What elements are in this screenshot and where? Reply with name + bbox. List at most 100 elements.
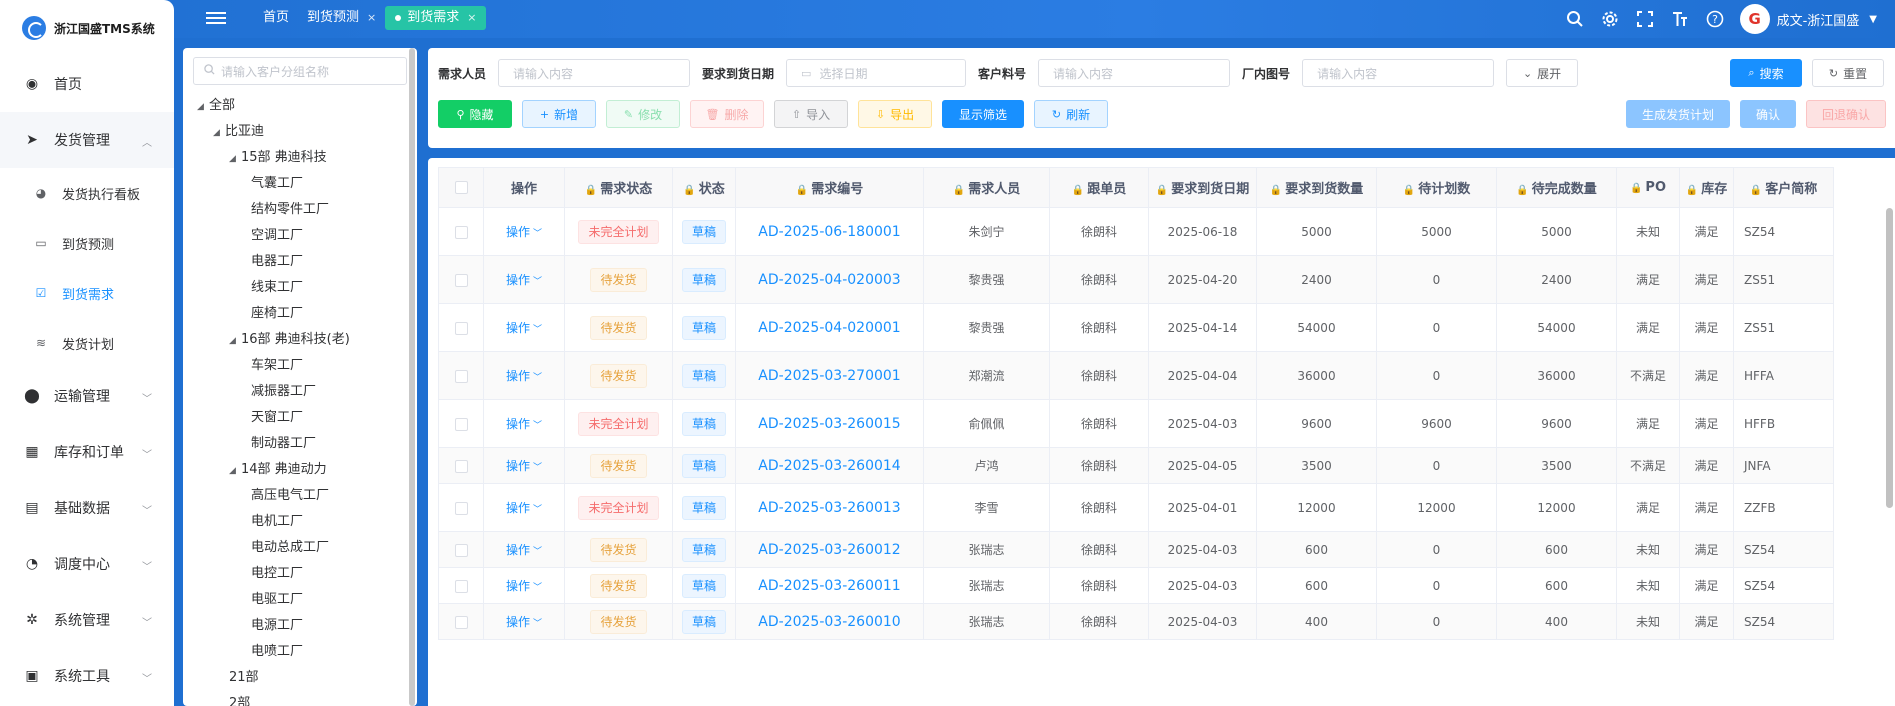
- demand-code-link[interactable]: AD-2025-04-020001: [758, 320, 900, 336]
- demand-code-link[interactable]: AD-2025-06-180001: [758, 224, 900, 240]
- column-header-0[interactable]: 操作: [483, 167, 565, 208]
- op-cell[interactable]: 操作 ﹀: [483, 447, 565, 484]
- column-header-2[interactable]: 🔒 状态: [672, 167, 736, 208]
- tree-node[interactable]: 电驱工厂: [183, 587, 417, 613]
- demand-code-cell[interactable]: AD-2025-04-020003: [735, 255, 924, 304]
- column-header-9[interactable]: 🔒 待完成数量: [1496, 167, 1617, 208]
- theme-settings-icon[interactable]: [1599, 8, 1621, 30]
- reset-button[interactable]: ↻ 重置: [1812, 59, 1884, 87]
- row-select-cell[interactable]: [438, 207, 484, 256]
- row-select-cell[interactable]: [438, 399, 484, 448]
- font-size-icon[interactable]: [1669, 8, 1691, 30]
- fullscreen-icon[interactable]: [1634, 8, 1656, 30]
- demand-code-cell[interactable]: AD-2025-03-260012: [735, 531, 924, 568]
- export-button[interactable]: ⇩ 导出: [858, 100, 932, 128]
- tree-node[interactable]: ◢ 全部: [183, 93, 417, 119]
- demand-code-cell[interactable]: AD-2025-03-270001: [735, 351, 924, 400]
- column-header-1[interactable]: 🔒 需求状态: [564, 167, 673, 208]
- tab-0[interactable]: 首页: [254, 6, 298, 30]
- demand-code-link[interactable]: AD-2025-04-020003: [758, 272, 900, 288]
- arrival-date-picker[interactable]: ▭ 选择日期: [786, 59, 967, 87]
- tree-node[interactable]: 结构零件工厂: [183, 197, 417, 223]
- tree-node[interactable]: 车架工厂: [183, 353, 417, 379]
- op-cell[interactable]: 操作 ﹀: [483, 351, 565, 400]
- table-vertical-scrollbar[interactable]: [1886, 208, 1893, 508]
- table-row[interactable]: 操作 ﹀ 未完全计划 草稿 AD-2025-03-260013 李雪 徐朗科 2025-04-…: [438, 483, 1834, 532]
- caret-down-icon[interactable]: ◢: [229, 146, 241, 172]
- tab-1[interactable]: 到货预测 ×: [298, 6, 385, 30]
- sidebar-subitem-3[interactable]: ≋ 发货计划: [0, 318, 174, 368]
- sidebar-item-5[interactable]: ◔ 调度中心 ﹀: [0, 536, 174, 592]
- column-header-5[interactable]: 🔒 跟单员: [1049, 167, 1149, 208]
- caret-down-icon[interactable]: ◢: [197, 94, 209, 120]
- sidebar-subitem-0[interactable]: ◕ 发货执行看板: [0, 168, 174, 218]
- sidebar-item-0[interactable]: ◉ 首页: [0, 56, 174, 112]
- tree-node[interactable]: 电喷工厂: [183, 639, 417, 665]
- op-cell[interactable]: 操作 ﹀: [483, 255, 565, 304]
- row-select-cell[interactable]: [438, 567, 484, 604]
- refresh-button[interactable]: ↻ 刷新: [1034, 100, 1108, 128]
- column-header-3[interactable]: 🔒 需求编号: [735, 167, 924, 208]
- sidebar-item-7[interactable]: ▣ 系统工具 ﹀: [0, 648, 174, 704]
- tree-scrollbar[interactable]: [409, 48, 415, 706]
- row-actions-dropdown[interactable]: 操作 ﹀: [506, 369, 542, 383]
- sidebar-item-2[interactable]: ⬤ 运输管理 ﹀: [0, 368, 174, 424]
- row-select-cell[interactable]: [438, 303, 484, 352]
- add-button[interactable]: + 新增: [522, 100, 596, 128]
- demand-code-link[interactable]: AD-2025-03-260013: [758, 500, 900, 516]
- row-select-cell[interactable]: [438, 447, 484, 484]
- demand-code-link[interactable]: AD-2025-03-270001: [758, 368, 900, 384]
- delete-button[interactable]: 🗑 删除: [690, 100, 764, 128]
- column-header-8[interactable]: 🔒 待计划数: [1376, 167, 1497, 208]
- row-checkbox[interactable]: [454, 543, 468, 557]
- row-checkbox[interactable]: [454, 459, 468, 473]
- column-header-12[interactable]: 🔒 客户简称: [1733, 167, 1834, 208]
- column-header-11[interactable]: 🔒 库存: [1679, 167, 1734, 208]
- row-checkbox[interactable]: [454, 369, 468, 383]
- tree-node[interactable]: 气囊工厂: [183, 171, 417, 197]
- tab-2[interactable]: 到货需求 ×: [385, 6, 487, 30]
- row-checkbox[interactable]: [454, 501, 468, 515]
- tree-node[interactable]: 2部: [183, 691, 417, 706]
- tree-node[interactable]: 电器工厂: [183, 249, 417, 275]
- table-row[interactable]: 操作 ﹀ 待发货 草稿 AD-2025-03-260011 张瑞志 徐朗科 2025-04-0…: [438, 567, 1834, 604]
- sidebar-item-3[interactable]: ▦ 库存和订单 ﹀: [0, 424, 174, 480]
- row-select-cell[interactable]: [438, 531, 484, 568]
- tree-node[interactable]: ◢ 16部 弗迪科技(老): [183, 327, 417, 353]
- table-row[interactable]: 操作 ﹀ 待发货 草稿 AD-2025-03-260010 张瑞志 徐朗科 2025-04-0…: [438, 603, 1834, 640]
- user-avatar[interactable]: G: [1739, 4, 1770, 34]
- op-cell[interactable]: 操作 ﹀: [483, 483, 565, 532]
- table-row[interactable]: 操作 ﹀ 待发货 草稿 AD-2025-03-270001 郑潮流 徐朗科 2025-04-0…: [438, 351, 1834, 400]
- demand-code-link[interactable]: AD-2025-03-260011: [758, 578, 900, 594]
- row-select-cell[interactable]: [438, 255, 484, 304]
- table-row[interactable]: 操作 ﹀ 未完全计划 草稿 AD-2025-03-260015 俞佩佩 徐朗科 2025-04…: [438, 399, 1834, 448]
- demand-code-link[interactable]: AD-2025-03-260015: [758, 416, 900, 432]
- op-cell[interactable]: 操作 ﹀: [483, 531, 565, 568]
- demand-code-link[interactable]: AD-2025-03-260014: [758, 458, 900, 474]
- table-row[interactable]: 操作 ﹀ 待发货 草稿 AD-2025-04-020003 黎贵强 徐朗科 2025-04-2…: [438, 255, 1834, 304]
- sidebar-subitem-1[interactable]: ▭ 到货预测: [0, 218, 174, 268]
- table-row[interactable]: 操作 ﹀ 待发货 草稿 AD-2025-03-260012 张瑞志 徐朗科 2025-04-0…: [438, 531, 1834, 568]
- tree-node[interactable]: 座椅工厂: [183, 301, 417, 327]
- tree-node[interactable]: 电动总成工厂: [183, 535, 417, 561]
- sidebar-subitem-2[interactable]: ☑ 到货需求: [0, 268, 174, 318]
- sidebar-item-6[interactable]: ✲ 系统管理 ﹀: [0, 592, 174, 648]
- tree-node[interactable]: 制动器工厂: [183, 431, 417, 457]
- tree-node[interactable]: 21部: [183, 665, 417, 691]
- caret-down-icon[interactable]: ◢: [229, 458, 241, 484]
- tree-search-input[interactable]: 请输入客户分组名称: [193, 57, 407, 85]
- row-checkbox[interactable]: [454, 615, 468, 629]
- column-header-10[interactable]: 🔒 PO: [1616, 167, 1680, 208]
- op-cell[interactable]: 操作 ﹀: [483, 303, 565, 352]
- op-cell[interactable]: 操作 ﹀: [483, 603, 565, 640]
- drawing-no-input[interactable]: 请输入内容: [1302, 59, 1495, 87]
- customer-part-no-input[interactable]: 请输入内容: [1038, 59, 1231, 87]
- select-all-cell[interactable]: [438, 167, 484, 208]
- column-header-7[interactable]: 🔒 要求到货数量: [1256, 167, 1377, 208]
- tree-node[interactable]: 电机工厂: [183, 509, 417, 535]
- import-button[interactable]: ⇧ 导入: [774, 100, 848, 128]
- table-row[interactable]: 操作 ﹀ 未完全计划 草稿 AD-2025-06-180001 朱剑宁 徐朗科 2025-06…: [438, 207, 1834, 256]
- hide-button[interactable]: ⚲ 隐藏: [438, 100, 512, 128]
- tree-node[interactable]: ◢ 比亚迪: [183, 119, 417, 145]
- menu-toggle-icon[interactable]: [206, 9, 226, 27]
